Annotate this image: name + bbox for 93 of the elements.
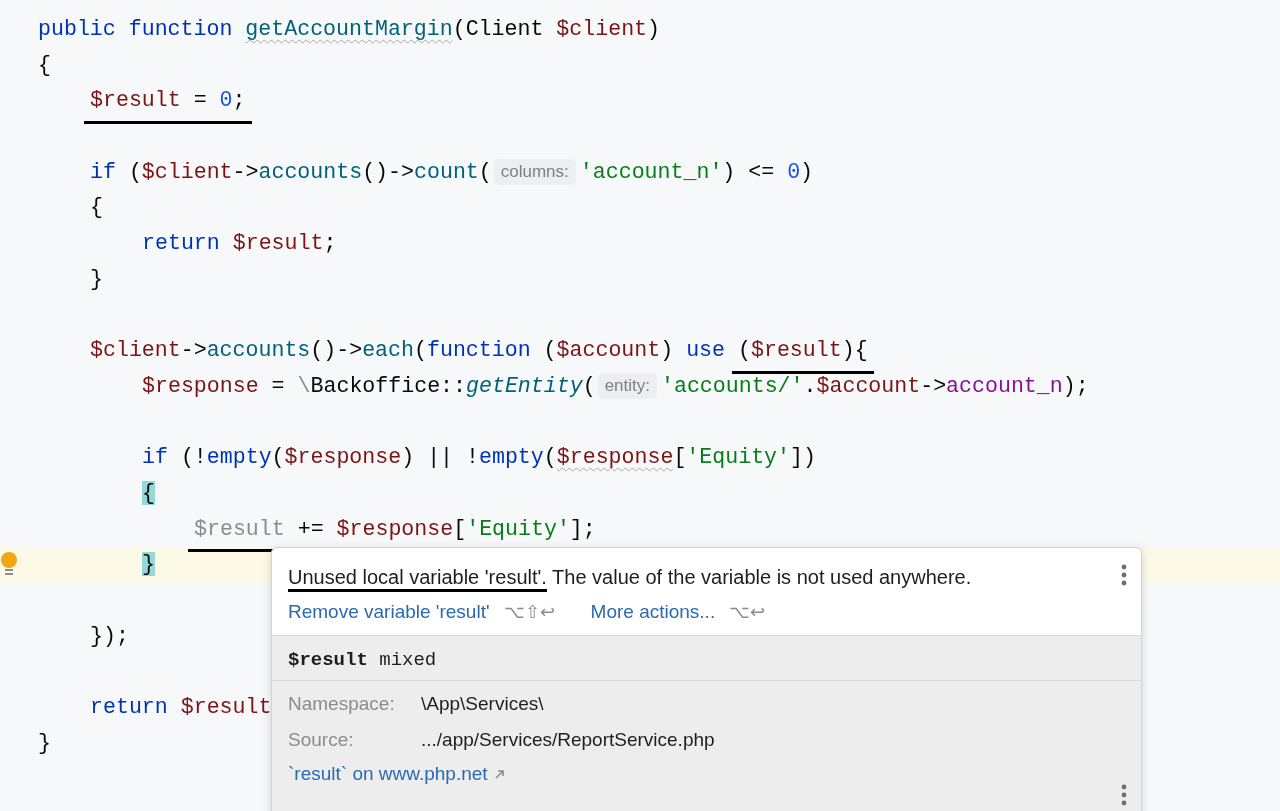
code-text: [ bbox=[673, 445, 687, 470]
code-keyword: if bbox=[90, 159, 116, 184]
code-text: ]; bbox=[569, 516, 596, 541]
code-keyword: if bbox=[142, 445, 168, 470]
code-variable: $response bbox=[336, 516, 454, 541]
code-text: ( bbox=[542, 338, 557, 363]
code-brace: { bbox=[142, 480, 155, 505]
code-function: each bbox=[362, 338, 414, 363]
code-variable: $result bbox=[232, 231, 324, 256]
detail-label: Source: bbox=[288, 728, 355, 752]
code-text: [ bbox=[453, 516, 467, 541]
code-number: 0 bbox=[787, 159, 801, 184]
code-text: }); bbox=[90, 623, 129, 648]
code-variable: $account bbox=[816, 373, 921, 398]
detail-label: Namespace: bbox=[288, 692, 396, 716]
code-string: 'Equity' bbox=[686, 445, 791, 470]
code-variable: $account bbox=[556, 338, 661, 363]
external-link-icon bbox=[493, 768, 505, 780]
quick-fix-link[interactable]: More actions... bbox=[590, 601, 716, 623]
variable-signature: $result mixed bbox=[288, 649, 437, 671]
code-variable: $response bbox=[284, 445, 402, 470]
code-text: ; bbox=[232, 88, 246, 113]
code-variable: $client bbox=[90, 338, 181, 363]
code-text: } bbox=[38, 730, 51, 755]
detail-value: \App\Services\ bbox=[421, 692, 545, 716]
parameter-hint: columns: bbox=[493, 158, 576, 185]
code-text: ( bbox=[271, 445, 285, 470]
code-text: = bbox=[192, 88, 208, 113]
code-string: 'Equity' bbox=[466, 516, 570, 541]
documentation-link[interactable]: `result` on www.php.net bbox=[288, 763, 488, 785]
code-text: ) <= bbox=[722, 159, 776, 184]
code-text: ( bbox=[738, 338, 751, 363]
code-text: ( bbox=[543, 445, 557, 470]
code-variable: $response bbox=[142, 373, 259, 398]
code-text: ( bbox=[127, 159, 142, 184]
code-text: ()-> bbox=[310, 338, 363, 363]
code-keyword: empty bbox=[479, 445, 544, 470]
code-text: } bbox=[90, 266, 103, 291]
parameter-hint: entity: bbox=[597, 372, 657, 399]
code-text: ( bbox=[414, 338, 427, 363]
code-text: . bbox=[803, 373, 817, 398]
code-text: ) bbox=[647, 17, 661, 41]
code-variable: $result bbox=[194, 516, 285, 541]
code-text: ) bbox=[800, 159, 814, 184]
more-options-icon[interactable] bbox=[1121, 784, 1127, 806]
code-text: ) || ! bbox=[401, 445, 479, 470]
shortcut-hint: ⌥⇧↩ bbox=[503, 601, 555, 623]
code-text: ; bbox=[323, 231, 337, 256]
inspection-message: Unused local variable 'result'. The value of the variable is not used anywhere. bbox=[288, 564, 1125, 592]
code-text: ){ bbox=[841, 338, 868, 363]
code-text: += bbox=[296, 516, 325, 541]
code-variable: $client bbox=[141, 159, 233, 184]
code-text: ( bbox=[582, 373, 596, 398]
code-function: getAccountMargin bbox=[245, 17, 453, 41]
code-keyword: return bbox=[90, 695, 169, 720]
code-keyword: function bbox=[426, 338, 531, 363]
more-options-icon[interactable] bbox=[1121, 564, 1127, 586]
code-text: -> bbox=[180, 338, 207, 363]
code-text: (Client bbox=[452, 17, 545, 41]
code-variable: $response bbox=[556, 445, 674, 470]
code-text: ); bbox=[1062, 373, 1089, 398]
code-text: = bbox=[270, 373, 286, 398]
code-keyword: return bbox=[142, 231, 221, 256]
detail-value: .../app/Services/ReportService.php bbox=[421, 728, 716, 752]
shortcut-hint: ⌥↩ bbox=[729, 601, 766, 623]
code-field: account_n bbox=[946, 373, 1063, 398]
code-text: ) bbox=[660, 338, 675, 363]
code-number: 0 bbox=[219, 88, 233, 113]
code-brace: } bbox=[142, 552, 155, 577]
code-variable: $client bbox=[556, 17, 648, 41]
code-function: accounts bbox=[206, 338, 311, 363]
code-function: getEntity bbox=[466, 373, 583, 398]
code-text: { bbox=[38, 52, 51, 77]
code-text: ( bbox=[478, 159, 492, 184]
code-function: accounts bbox=[258, 159, 363, 184]
code-keyword: use bbox=[686, 338, 727, 363]
code-text: ()-> bbox=[362, 159, 414, 184]
code-keyword: public function bbox=[38, 17, 234, 41]
code-text: { bbox=[90, 195, 103, 220]
code-variable: $result bbox=[180, 695, 272, 720]
code-variable: $result bbox=[90, 88, 181, 113]
code-keyword: empty bbox=[206, 445, 272, 470]
code-text: \ bbox=[297, 373, 311, 398]
code-text: Backoffice:: bbox=[310, 373, 466, 398]
code-function: count bbox=[414, 159, 479, 184]
code-variable: $result bbox=[750, 338, 842, 363]
code-string: 'account_n' bbox=[579, 159, 723, 184]
code-string: 'accounts/' bbox=[661, 373, 804, 398]
code-text: (! bbox=[179, 445, 207, 470]
code-text: -> bbox=[232, 159, 259, 184]
code-text: ]) bbox=[790, 445, 816, 470]
code-text: -> bbox=[920, 373, 947, 398]
quick-fix-link[interactable]: Remove variable 'result' bbox=[288, 601, 490, 623]
